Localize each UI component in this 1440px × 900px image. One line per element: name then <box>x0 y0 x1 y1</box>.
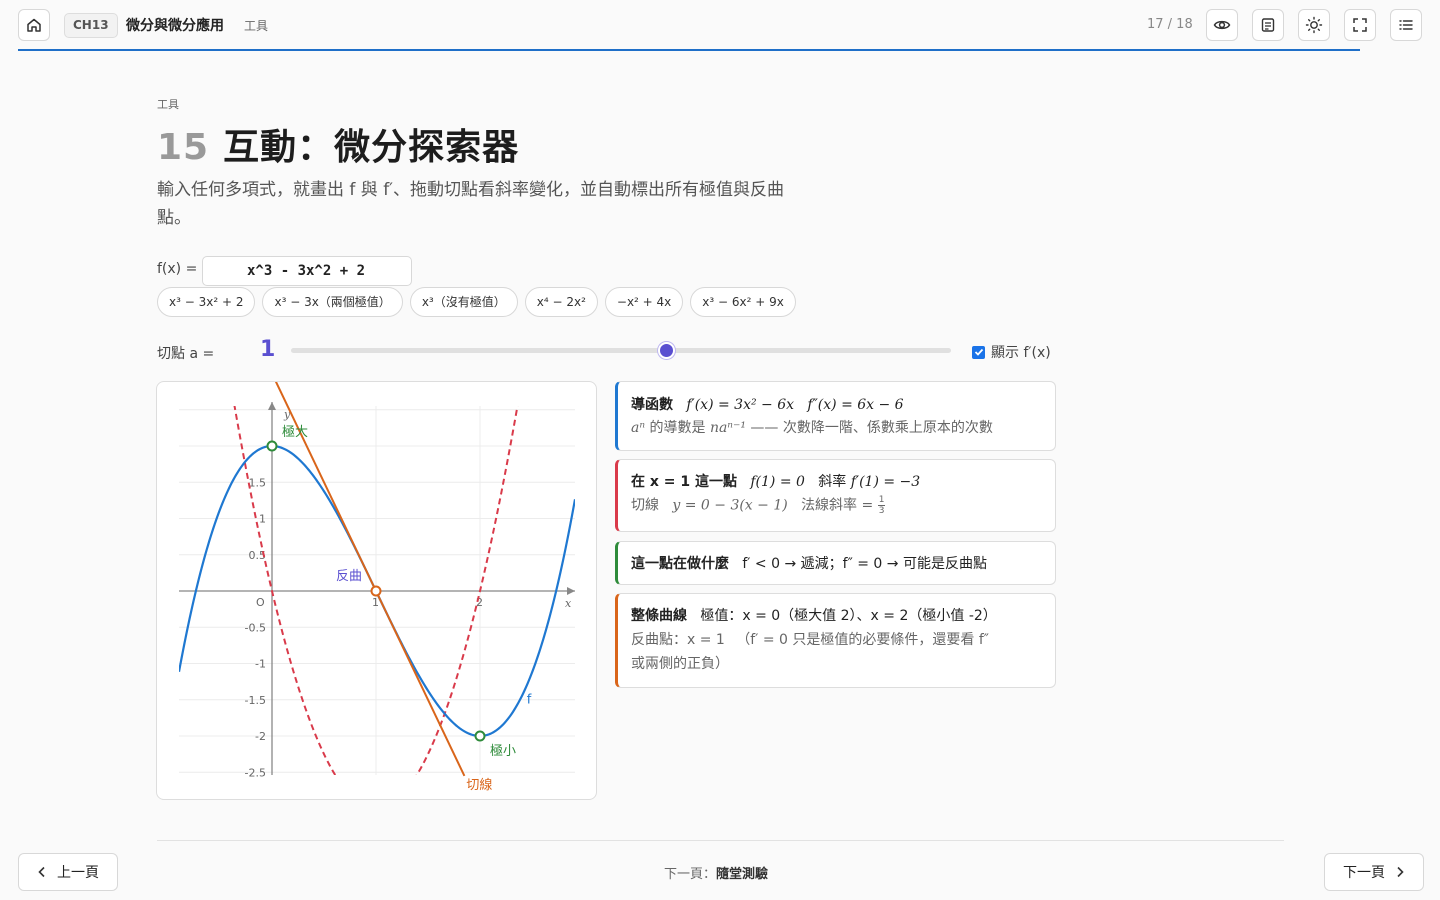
show-derivative-toggle[interactable]: 顯示 f′(x) <box>972 342 1051 362</box>
prev-page-label: 上一頁 <box>57 865 99 881</box>
next-hint-prefix: 下一頁： <box>664 867 717 882</box>
local-min-label: 極小 <box>490 743 516 759</box>
inflection-label: 反曲 <box>336 569 362 584</box>
section-tag: 工具 <box>157 98 179 111</box>
eye-icon <box>1213 20 1231 30</box>
x-axis-arrow <box>567 587 575 595</box>
derivative-card: 導函數 f′(x) = 3x² − 6x f″(x) = 6x − 6 aⁿ 的… <box>615 381 1056 451</box>
list-icon <box>1399 20 1413 30</box>
function-input[interactable] <box>202 256 412 286</box>
y-axis-arrow <box>268 402 276 410</box>
notes-button[interactable] <box>1252 9 1284 41</box>
inflection-text-cont: 或兩側的正負） <box>631 656 729 672</box>
footer-divider <box>157 840 1284 841</box>
local-max-label: 極大 <box>282 424 308 440</box>
slope-value: f′(1) = −3 <box>850 474 921 490</box>
chapter-badge: CH13 <box>64 13 118 38</box>
power-rule-text: 的導數是 <box>645 420 710 436</box>
y-tick-label: -1.5 <box>245 694 266 707</box>
tangent-point <box>370 585 382 597</box>
fullscreen-button[interactable] <box>1344 9 1376 41</box>
next-hint-title: 隨堂測驗 <box>716 867 769 882</box>
tangent-slider-thumb[interactable] <box>658 342 675 359</box>
power-rule-term: aⁿ <box>631 420 646 436</box>
local-min-point <box>474 730 486 742</box>
card-title: 在 x = 1 這一點 <box>631 474 737 490</box>
tangent-label: 切線 <box>466 777 492 793</box>
fullscreen-icon <box>1353 18 1367 32</box>
graph-panel[interactable]: x y O 1 2 1.5 1 0.5 -0.5 -1 -1.5 -2 -2.5 極大 極小 反曲 切線 f <box>156 381 597 800</box>
chevron-left-icon <box>38 866 45 878</box>
inflection-text: 反曲點：x = 1 （f′ = 0 只是極值的必要條件，還要看 f″ <box>631 632 989 648</box>
page-count: 17 / 18 <box>1147 17 1193 32</box>
tangent-line-label: 切線 <box>631 497 659 514</box>
chapter-title: 微分與微分應用 <box>126 18 224 34</box>
card-title: 導函數 <box>631 397 673 413</box>
next-page-label: 下一頁 <box>1343 865 1385 881</box>
tangent-point-label: 切點 a = <box>157 346 215 362</box>
progress-bar <box>18 49 1360 51</box>
tangent-point-value: 1 <box>260 337 276 362</box>
preset-chip[interactable]: x³ − 3x（兩個極值） <box>262 287 403 317</box>
extrema-text: 極值：x = 0（極大值 2）、x = 2（極小值 -2） <box>700 608 997 624</box>
toc-button[interactable] <box>1390 9 1422 41</box>
fraction-numerator: 1 <box>877 495 886 506</box>
second-derivative-formula: f″(x) = 6x − 6 <box>807 397 904 413</box>
next-page-hint: 下一頁：隨堂測驗 <box>664 863 768 882</box>
title-number: 15 <box>157 127 210 168</box>
fraction-denominator: 3 <box>878 506 885 516</box>
home-icon <box>27 18 41 32</box>
tangent-point-card: 在 x = 1 這一點 f(1) = 0 斜率 f′(1) = −3 切線 y … <box>615 459 1056 532</box>
normal-slope-label: 法線斜率 = <box>801 497 874 514</box>
top-bar: CH13 微分與微分應用 工具 17 / 18 <box>0 0 1440 52</box>
theme-toggle-button[interactable] <box>1298 9 1330 41</box>
function-plot[interactable]: xyO 1 21.510.5-0.5-1-1.5-2-2.5極大極小反曲切線f <box>157 382 597 800</box>
preset-chip[interactable]: x³ − 3x² + 2 <box>157 287 256 317</box>
x-tick-label: 1 <box>372 596 379 609</box>
preset-list: x³ − 3x² + 2 x³ − 3x（兩個極值） x³（沒有極值） x⁴ −… <box>157 287 796 317</box>
tangent-slider-track[interactable] <box>291 348 951 353</box>
x-axis-label: x <box>565 597 572 610</box>
y-tick-label: -2.5 <box>245 766 266 779</box>
y-tick-label: -1 <box>255 658 266 671</box>
preview-button[interactable] <box>1206 9 1238 41</box>
behavior-card: 這一點在做什麼 f′ < 0 → 遞減；f″ = 0 → 可能是反曲點 <box>615 541 1056 585</box>
power-rule-result: naⁿ⁻¹ <box>709 420 746 436</box>
sun-icon <box>1305 16 1323 34</box>
y-tick-label: -0.5 <box>245 621 266 634</box>
preset-chip[interactable]: x³ − 6x² + 9x <box>690 287 796 317</box>
preset-chip[interactable]: x⁴ − 2x² <box>524 287 598 317</box>
y-tick-label: 1.5 <box>249 476 267 489</box>
preset-chip[interactable]: x³（沒有極值） <box>409 287 518 317</box>
chapter-subtitle: 工具 <box>244 19 269 33</box>
local-max-point <box>266 440 278 452</box>
fx-label: f(x) = <box>157 261 198 277</box>
card-title: 這一點在做什麼 <box>631 556 729 572</box>
power-rule-explanation: —— 次數降一階、係數乘上原本的次數 <box>745 420 993 436</box>
normal-slope-fraction: 13 <box>877 495 886 516</box>
whole-curve-card: 整條曲線 極值：x = 0（極大值 2）、x = 2（極小值 -2） 反曲點：x… <box>615 593 1056 688</box>
slope-label: 斜率 <box>818 474 851 490</box>
y-tick-label: -2 <box>255 730 266 743</box>
title-text: 互動：微分探索器 <box>223 127 520 168</box>
behavior-text: f′ < 0 → 遞減；f″ = 0 → 可能是反曲點 <box>742 556 987 572</box>
show-derivative-label: 顯示 f′(x) <box>991 345 1051 361</box>
next-page-button[interactable]: 下一頁 <box>1324 853 1424 891</box>
page-description: 輸入任何多項式，就畫出 f 與 f′、拖動切點看斜率變化，並自動標出所有極值與反… <box>157 180 785 228</box>
checkbox-checked-icon[interactable] <box>972 345 985 359</box>
x-tick-label: O <box>256 596 265 609</box>
home-button[interactable] <box>18 9 50 41</box>
first-derivative-formula: f′(x) = 3x² − 6x <box>686 397 795 413</box>
notes-icon <box>1261 18 1275 32</box>
function-label: f <box>527 692 532 707</box>
prev-page-button[interactable]: 上一頁 <box>18 853 118 891</box>
preset-chip[interactable]: −x² + 4x <box>604 287 684 317</box>
chevron-right-icon <box>1397 866 1404 878</box>
tangent-line-equation: y = 0 − 3(x − 1) <box>672 497 788 514</box>
page-title: 15 互動：微分探索器 <box>157 118 519 170</box>
function-value: f(1) = 0 <box>750 474 805 490</box>
y-tick-label: 1 <box>259 513 266 526</box>
card-title: 整條曲線 <box>631 608 687 624</box>
